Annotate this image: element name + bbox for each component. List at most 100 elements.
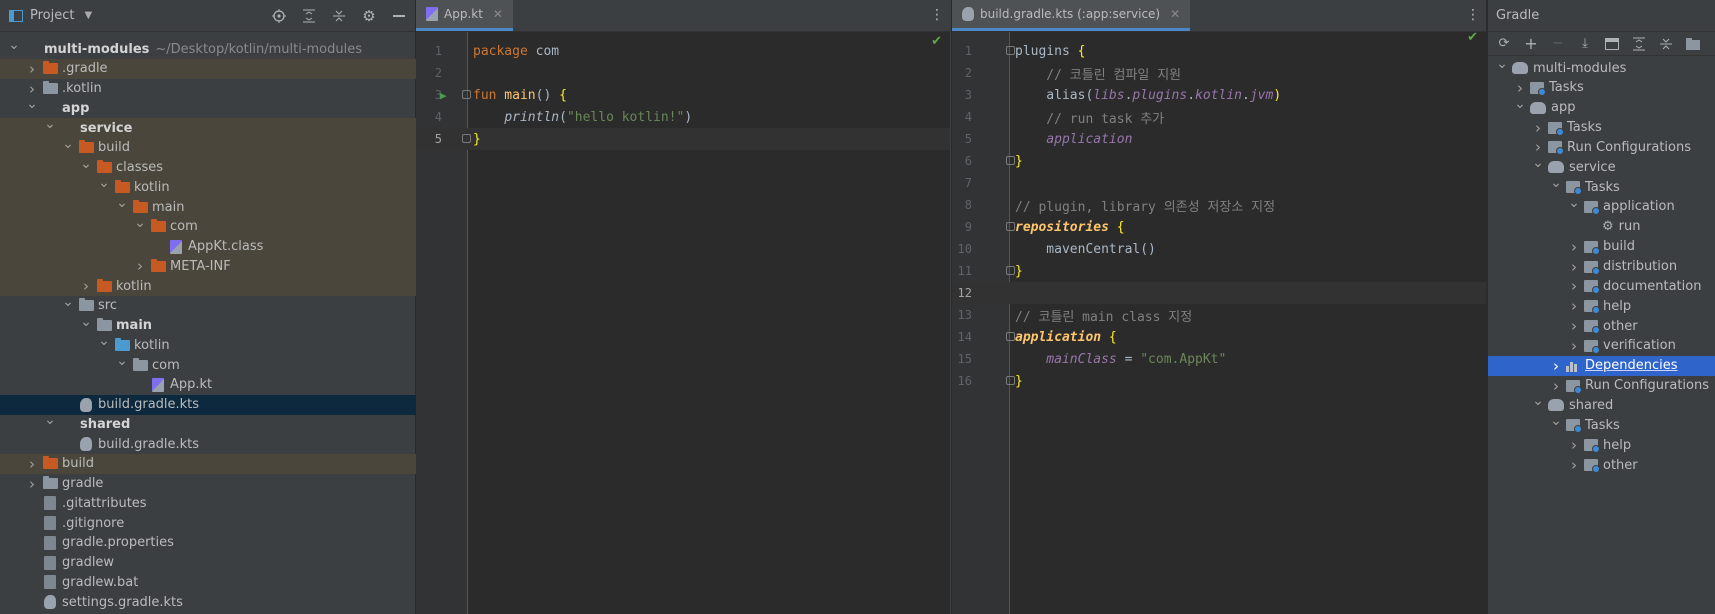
toggle-offline-icon[interactable] [1604, 36, 1620, 52]
chevron-right-icon[interactable]: › [26, 455, 38, 473]
chevron-down-icon[interactable]: ⌄ [116, 353, 128, 369]
project-tree-item[interactable]: ⌄ kotlin [0, 333, 416, 355]
editor2-code[interactable]: 1 plugins { 2 // 코틀린 컴파일 지원 3 alias(libs… [952, 32, 1486, 614]
close-tab-icon[interactable]: ✕ [1170, 7, 1180, 21]
chevron-right-icon[interactable]: › [134, 257, 146, 275]
chevron-down-icon[interactable]: ⌄ [1532, 393, 1544, 409]
more-options-icon[interactable]: ⋮ [1466, 7, 1480, 23]
project-tree-item[interactable]: ⌄ main [0, 195, 416, 217]
remove-icon[interactable]: − [1550, 36, 1566, 52]
editor1-code[interactable]: 1 package com 2 3 ▶ fun main() { 4 print… [416, 32, 950, 614]
chevron-right-icon[interactable]: › [1568, 238, 1580, 256]
download-sources-icon[interactable]: ⤓ [1577, 36, 1593, 52]
project-tree-item[interactable]: gradlew [0, 553, 416, 573]
chevron-right-icon[interactable]: › [1532, 138, 1544, 156]
project-tree-item[interactable]: settings.gradle.kts [0, 592, 416, 612]
gradle-tree-item[interactable]: › other [1488, 316, 1715, 336]
gradle-tree-item[interactable]: › Tasks [1488, 118, 1715, 138]
add-icon[interactable]: + [1523, 34, 1539, 53]
expand-all-icon[interactable] [1631, 36, 1647, 52]
more-options-icon[interactable]: ⋮ [930, 7, 944, 23]
chevron-right-icon[interactable]: › [1568, 317, 1580, 335]
gradle-tree-item[interactable]: ⌄ multi-modules [1488, 56, 1715, 78]
chevron-right-icon[interactable]: › [80, 277, 92, 295]
collapse-all-icon[interactable] [1658, 36, 1674, 52]
gradle-tree-item[interactable]: › Run Configurations [1488, 137, 1715, 157]
chevron-right-icon[interactable]: › [1568, 277, 1580, 295]
gradle-tree-item[interactable]: › distribution [1488, 257, 1715, 277]
gradle-tree-item[interactable]: ⌄ app [1488, 96, 1715, 118]
chevron-down-icon[interactable]: ⌄ [1568, 195, 1580, 211]
chevron-right-icon[interactable]: › [1568, 258, 1580, 276]
chevron-down-icon[interactable]: ⌄ [80, 314, 92, 330]
gradle-tree-item[interactable]: › help [1488, 435, 1715, 455]
tab-build-gradle[interactable]: build.gradle.kts (:app:service) ✕ [952, 0, 1191, 31]
fold-marker-icon[interactable] [1006, 266, 1015, 275]
gradle-tree-item[interactable]: ⌄ service [1488, 155, 1715, 177]
project-tree-item[interactable]: ⌄ classes [0, 156, 416, 178]
chevron-down-icon[interactable]: ⌄ [116, 195, 128, 211]
chevron-right-icon[interactable]: › [1514, 79, 1526, 97]
project-tree-item[interactable]: ⌄ src [0, 294, 416, 316]
project-tree-item[interactable]: build.gradle.kts [0, 394, 416, 415]
expand-all-icon[interactable] [301, 8, 317, 24]
project-tree-item[interactable]: › META-INF [0, 256, 416, 277]
chevron-down-icon[interactable]: ⌄ [62, 136, 74, 152]
project-tree-item[interactable]: ⌄ com [0, 215, 416, 237]
gradle-tree-item[interactable]: ⌄ application [1488, 195, 1715, 217]
fold-marker-icon[interactable] [462, 90, 471, 99]
reload-icon[interactable]: ⟳ [1496, 36, 1512, 52]
project-tree-item[interactable]: App.kt [0, 375, 416, 395]
chevron-down-icon[interactable]: ⌄ [1514, 96, 1526, 112]
settings-gear-icon[interactable]: ⚙ [361, 7, 377, 25]
chevron-right-icon[interactable]: › [1532, 119, 1544, 137]
project-tree-item[interactable]: › build [0, 453, 416, 474]
group-modules-icon[interactable] [1685, 36, 1701, 52]
gradle-tree-item[interactable]: ⌄ Tasks [1488, 413, 1715, 435]
project-tree-item[interactable]: ⌄ com [0, 353, 416, 375]
chevron-down-icon[interactable]: ⌄ [62, 294, 74, 310]
gradle-tree-item[interactable]: ⌄ Tasks [1488, 175, 1715, 197]
gradle-tree-item[interactable]: › other [1488, 455, 1715, 475]
gradle-tree-item[interactable]: › Dependencies [1488, 355, 1715, 376]
no-problems-check-icon[interactable]: ✔ [1467, 30, 1478, 45]
gradle-tree-item[interactable]: › help [1488, 296, 1715, 316]
project-tree-item[interactable]: › gradle [0, 474, 416, 494]
fold-marker-icon[interactable] [1006, 222, 1015, 231]
gradle-tree-item[interactable]: ⌄ shared [1488, 393, 1715, 415]
no-problems-check-icon[interactable]: ✔ [931, 34, 942, 49]
project-tree-item[interactable]: › .gradle [0, 58, 416, 79]
fold-marker-icon[interactable] [462, 134, 471, 143]
fold-marker-icon[interactable] [1006, 376, 1015, 385]
project-tree-item[interactable]: .gitattributes [0, 493, 416, 513]
chevron-down-icon[interactable]: ⌄ [98, 175, 110, 191]
chevron-right-icon[interactable]: › [26, 80, 38, 98]
chevron-right-icon[interactable]: › [1568, 297, 1580, 315]
fold-marker-icon[interactable] [1006, 46, 1015, 55]
chevron-down-icon[interactable]: ⌄ [98, 333, 110, 349]
locate-file-icon[interactable] [271, 8, 287, 24]
chevron-down-icon[interactable]: ⌄ [1532, 155, 1544, 171]
hide-panel-icon[interactable] [391, 8, 407, 24]
chevron-down-icon[interactable]: ⌄ [26, 96, 38, 112]
project-tree-item[interactable]: build.gradle.kts [0, 434, 416, 454]
project-tree-item[interactable]: .gitignore [0, 513, 416, 533]
fold-marker-icon[interactable] [1006, 156, 1015, 165]
chevron-right-icon[interactable]: › [1550, 357, 1562, 375]
gradle-tree-item[interactable]: › verification [1488, 336, 1715, 356]
chevron-right-icon[interactable]: › [1568, 436, 1580, 454]
run-gutter-icon[interactable]: ▶ [440, 89, 447, 102]
project-tree-item[interactable]: › .kotlin [0, 79, 416, 99]
gradle-tree-item[interactable]: › build [1488, 237, 1715, 257]
gradle-tree-item[interactable]: › documentation [1488, 276, 1715, 296]
close-tab-icon[interactable]: ✕ [493, 7, 503, 21]
fold-marker-icon[interactable] [1006, 332, 1015, 341]
chevron-down-icon[interactable]: ⌄ [1550, 175, 1562, 191]
chevron-right-icon[interactable]: › [1568, 456, 1580, 474]
project-tree-item[interactable]: gradlew.bat [0, 572, 416, 592]
chevron-down-icon[interactable]: ⌄ [44, 116, 56, 132]
project-tree-item[interactable]: gradle.properties [0, 533, 416, 553]
chevron-right-icon[interactable]: › [26, 475, 38, 493]
chevron-down-icon[interactable]: ⌄ [8, 37, 20, 53]
chevron-right-icon[interactable]: › [1568, 337, 1580, 355]
